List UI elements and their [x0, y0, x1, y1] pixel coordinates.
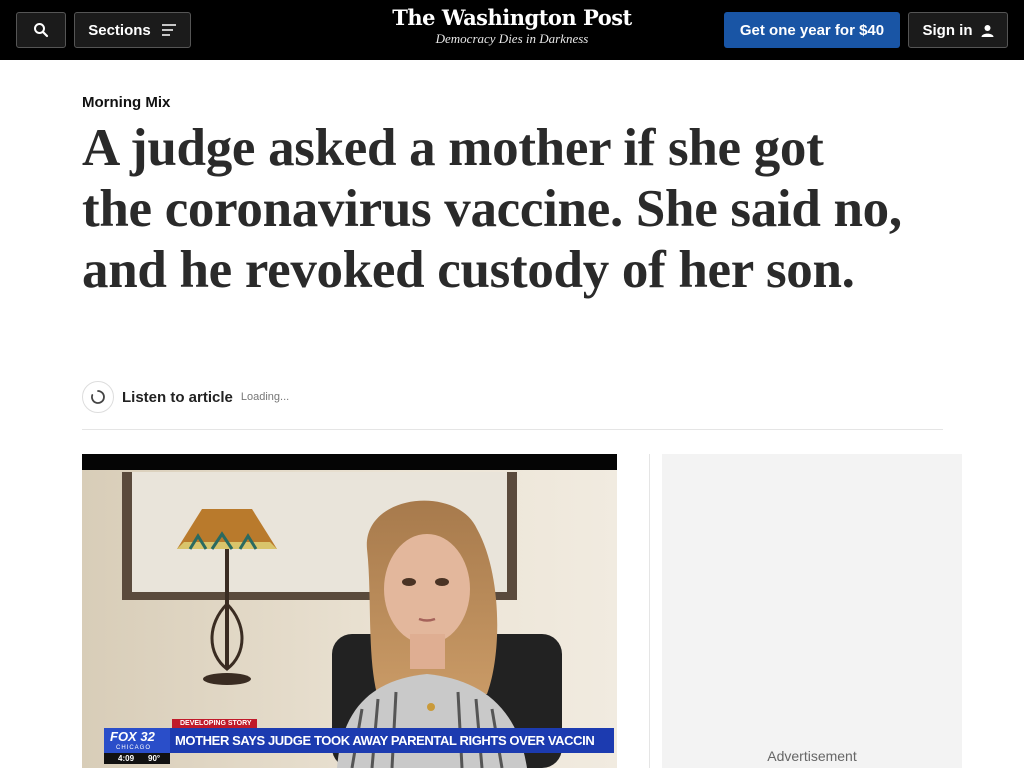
section-kicker-link[interactable]: Morning Mix [82, 94, 170, 111]
top-navigation-bar: Sections The Washington Post Democracy D… [0, 0, 1024, 60]
masthead-logo-link[interactable]: The Washington Post Democracy Dies in Da… [362, 5, 662, 47]
loading-spinner-icon [91, 390, 105, 404]
sign-in-label: Sign in [922, 21, 973, 39]
header-divider [82, 429, 943, 430]
video-breaking-tag: DEVELOPING STORY [180, 720, 252, 727]
video-clock: 4:09 [118, 754, 135, 763]
video-station-logo: FOX 32 [110, 729, 155, 744]
sections-menu-button[interactable]: Sections [74, 12, 191, 48]
site-logo: The Washington Post [392, 5, 632, 30]
sign-in-button[interactable]: Sign in [908, 12, 1008, 48]
video-frame [82, 454, 617, 768]
advertisement-slot[interactable]: Advertisement [662, 454, 962, 768]
listen-play-button[interactable] [82, 381, 114, 413]
video-lower-third: MOTHER SAYS JUDGE TOOK AWAY PARENTAL RIG… [175, 733, 595, 748]
lead-video-player[interactable]: DEVELOPING STORY FOX 32 CHICAGO MOTHER S… [82, 454, 617, 768]
advertisement-label: Advertisement [767, 748, 857, 764]
article-headline: A judge asked a mother if she got the co… [82, 119, 902, 299]
video-temperature: 90° [148, 754, 161, 763]
search-button[interactable] [16, 12, 66, 48]
user-icon [981, 24, 993, 37]
listen-status: Loading... [240, 391, 290, 403]
listen-label[interactable]: Listen to article [122, 389, 233, 406]
site-tagline: Democracy Dies in Darkness [435, 31, 589, 46]
search-icon [34, 23, 49, 38]
column-divider [649, 454, 650, 768]
menu-icon [161, 24, 176, 36]
subscribe-offer-button[interactable]: Get one year for $40 [724, 12, 900, 48]
video-station-city: CHICAGO [116, 745, 152, 751]
sections-label: Sections [88, 21, 151, 39]
listen-to-article: Listen to article Loading... [82, 381, 289, 413]
